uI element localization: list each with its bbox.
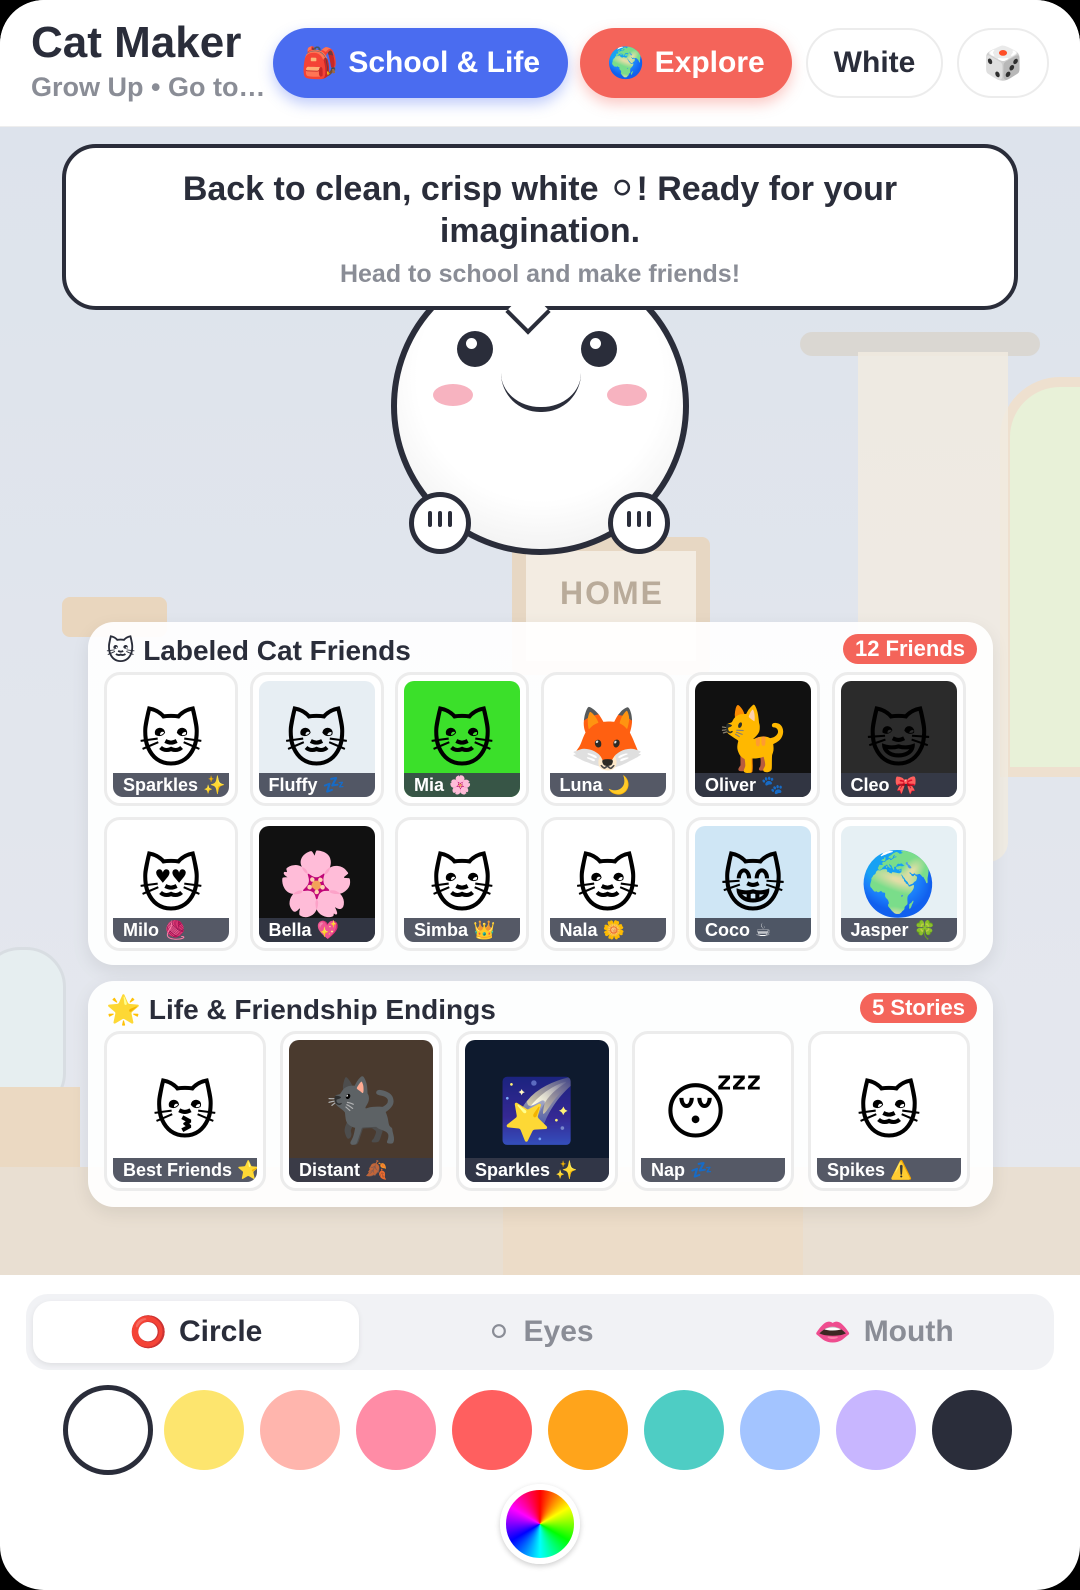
tab-eyes-label: Eyes — [523, 1315, 594, 1348]
color-swatch[interactable] — [164, 1390, 244, 1470]
tab-circle-label: Circle — [178, 1315, 263, 1348]
lips-icon: 👄 — [814, 1315, 852, 1349]
color-name-label: White — [833, 46, 916, 79]
card-label: Fluffy 💤 — [258, 773, 375, 797]
friends-title: 🐱 Labeled Cat Friends — [106, 634, 411, 667]
character-card[interactable]: 🌸 Bella 💖 — [249, 817, 384, 951]
card-label: Sparkles ✨ — [113, 773, 229, 797]
bubble-subtext: Head to school and make friends! — [339, 260, 741, 288]
right-eye — [581, 331, 617, 367]
color-swatch[interactable] — [836, 1390, 916, 1470]
color-swatch[interactable] — [260, 1390, 340, 1470]
card-label: Simba 👑 — [404, 918, 520, 942]
app-subtitle: Grow Up • Go to… — [31, 72, 266, 102]
card-label: Cleo 🎀 — [840, 773, 957, 797]
color-name-button[interactable]: White — [806, 28, 943, 98]
character-card[interactable]: 🐱 Sparkles ✨ — [104, 672, 238, 806]
app-title: Cat Maker — [31, 18, 242, 67]
color-swatch[interactable] — [932, 1390, 1012, 1470]
tab-mouth-label: Mouth — [863, 1315, 954, 1348]
cat-maker-app: Cat Maker Grow Up • Go to… 🎒 School & Li… — [0, 0, 1080, 1590]
custom-color-wheel[interactable] — [500, 1484, 580, 1564]
character-card[interactable]: 🐈 Oliver 🐾 — [686, 672, 820, 806]
mouth — [501, 373, 581, 412]
card-label: Nap 💤 — [641, 1158, 785, 1182]
card-label: Mia 🌸 — [404, 773, 520, 797]
explore-button[interactable]: 🌍 Explore — [580, 28, 792, 98]
school-life-label: School & Life — [348, 46, 541, 79]
top-bar: Cat Maker Grow Up • Go to… 🎒 School & Li… — [0, 0, 1080, 127]
card-label: Nala 🌼 — [549, 918, 666, 942]
endings-panel: 🌟 Life & Friendship Endings 5 Stories 😽 Be… — [88, 981, 993, 1207]
character-card[interactable]: 🌍 Jasper 🍀 — [831, 817, 966, 951]
color-swatch[interactable] — [740, 1390, 820, 1470]
globe-icon: 🌍 — [607, 46, 645, 80]
tab-circle[interactable]: ⭕ Circle — [33, 1301, 359, 1363]
left-paw — [409, 492, 471, 554]
card-label: Luna 🌙 — [549, 773, 666, 797]
endings-title-text: Life & Friendship Endings — [148, 994, 496, 1025]
card-label: Distant 🍂 — [289, 1158, 433, 1182]
tab-mouth[interactable]: 👄 Mouth — [721, 1301, 1047, 1363]
friends-title-text: Labeled Cat Friends — [143, 635, 411, 666]
character-card[interactable]: 🐱 Spikes ⚠️ — [808, 1031, 970, 1191]
school-life-button[interactable]: 🎒 School & Life — [273, 28, 568, 98]
stories-count-badge: 5 Stories — [860, 993, 977, 1023]
color-swatch[interactable] — [356, 1390, 436, 1470]
character-card[interactable]: 😴 Nap 💤 — [632, 1031, 794, 1191]
star-icon: 🌟 — [106, 994, 141, 1025]
circle-icon: ⭕ — [129, 1315, 167, 1349]
color-swatch[interactable] — [452, 1390, 532, 1470]
window-decoration — [1000, 377, 1080, 777]
backpack-icon: 🎒 — [300, 46, 339, 80]
card-label: Coco ☕ — [695, 918, 811, 942]
randomize-button[interactable]: 🎲 — [957, 28, 1049, 98]
character-card[interactable]: 😺 Cleo 🎀 — [831, 672, 966, 806]
character-card[interactable]: 😽 Best Friends ⭐ — [104, 1031, 266, 1191]
card-label: Spikes ⚠️ — [817, 1158, 961, 1182]
friends-count-badge: 12 Friends — [842, 634, 977, 664]
explore-label: Explore — [654, 46, 765, 79]
home-sign: HOME — [560, 575, 664, 611]
character-card[interactable]: 🐱 Fluffy 💤 — [249, 672, 384, 806]
character-card[interactable]: 🐱 Simba 👑 — [395, 817, 529, 951]
friends-panel: 🐱 Labeled Cat Friends 12 Friends 🐱 Sparkle… — [88, 622, 993, 965]
character-card[interactable]: 🐱 Nala 🌼 — [540, 817, 675, 951]
character-card[interactable]: 🐈‍⬛ Distant 🍂 — [280, 1031, 442, 1191]
tab-eyes[interactable]: ⚪ Eyes — [377, 1301, 703, 1363]
endings-title: 🌟 Life & Friendship Endings — [106, 993, 496, 1026]
card-label: Milo 🧶 — [113, 918, 229, 942]
card-label: Bella 💖 — [258, 918, 375, 942]
color-swatch[interactable] — [63, 1385, 153, 1475]
card-label: Sparkles ✨ — [465, 1158, 609, 1182]
card-label: Jasper 🍀 — [840, 918, 957, 942]
left-cheek — [433, 384, 473, 406]
color-swatch[interactable] — [548, 1390, 628, 1470]
part-tabs: ⭕ Circle ⚪ Eyes 👄 Mouth — [26, 1294, 1054, 1370]
right-cheek — [607, 384, 647, 406]
eye-circle-icon: ⚪ — [486, 1315, 512, 1349]
character-card[interactable]: 😻 Milo 🧶 — [104, 817, 238, 951]
left-eye — [457, 331, 493, 367]
card-label: Best Friends ⭐ — [113, 1158, 257, 1182]
card-label: Oliver 🐾 — [695, 773, 811, 797]
character-card[interactable]: 😸 Coco ☕ — [686, 817, 820, 951]
color-swatch[interactable] — [644, 1390, 724, 1470]
cat-face-icon: 🐱 — [106, 635, 136, 666]
character-card[interactable]: 🐱 Mia 🌸 — [395, 672, 529, 806]
character-card[interactable]: 🦊 Luna 🌙 — [540, 672, 675, 806]
character-card[interactable]: 🌠 Sparkles ✨ — [456, 1031, 618, 1191]
dice-icon: 🎲 — [983, 45, 1023, 81]
bubble-message: Back to clean, crisp white ⚪! Ready for … — [182, 170, 898, 250]
speech-bubble: Back to clean, crisp white ⚪! Ready for … — [62, 144, 1018, 310]
right-paw — [608, 492, 670, 554]
